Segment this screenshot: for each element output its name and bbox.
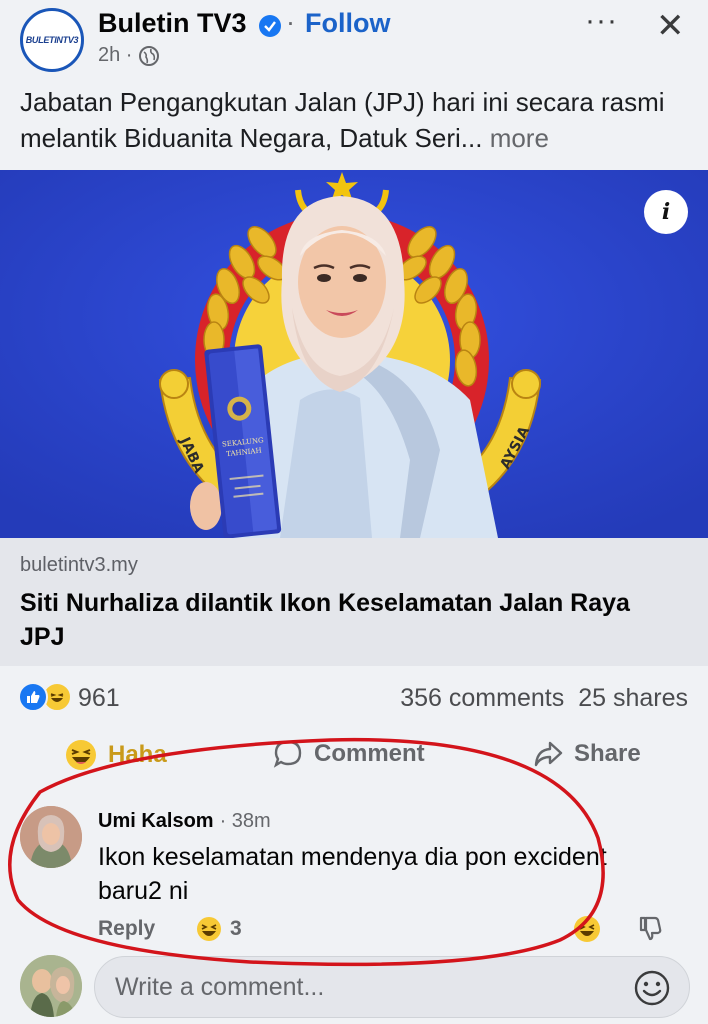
post-body: Jabatan Pengangkutan Jalan (JPJ) hari in… (20, 87, 665, 153)
info-button[interactable]: i (644, 190, 688, 234)
comment-icon (273, 740, 302, 768)
verified-badge-icon (259, 15, 281, 37)
comment: Umi Kalsom · 38m Ikon keselamatan menden… (0, 796, 708, 946)
dislike-icon[interactable] (636, 914, 664, 947)
comment-composer: Write a comment... (0, 950, 708, 1024)
comments-count[interactable]: 356 comments (400, 684, 564, 713)
share-icon (534, 741, 563, 767)
link-domain: buletintv3.my (20, 554, 138, 576)
comments-shares: 356 comments 25 shares (400, 684, 688, 713)
separator-dot: · (286, 7, 295, 37)
page-name[interactable]: Buletin TV3 (98, 8, 247, 39)
post-time: 2h · (98, 44, 133, 66)
emoji-icon[interactable] (633, 969, 671, 1014)
comment-reaction-count: 3 (230, 917, 242, 940)
haha-icon (66, 740, 96, 770)
reaction-icons[interactable] (18, 682, 72, 712)
post-stats: 961 356 comments 25 shares (0, 666, 708, 730)
comment-input[interactable]: Write a comment... (94, 956, 690, 1018)
comment-header: Umi Kalsom · 38m (98, 810, 271, 833)
post-meta: 2h · (98, 44, 160, 67)
commenter-name[interactable]: Umi Kalsom (98, 810, 214, 833)
see-more-link[interactable]: more (490, 123, 549, 153)
shares-count[interactable]: 25 shares (578, 684, 688, 713)
comment-text: Ikon keselamatan mendenya dia pon excide… (98, 843, 607, 905)
share-button[interactable]: Share (532, 738, 641, 770)
comment-time[interactable]: · 38m (220, 810, 271, 833)
page-avatar[interactable]: BULETINTV3 (20, 8, 84, 72)
comment-button[interactable]: Comment (272, 738, 425, 770)
my-avatar[interactable] (20, 955, 82, 1017)
reply-button[interactable]: Reply (98, 917, 155, 941)
link-preview[interactable]: buletintv3.my Siti Nurhaliza dilantik Ik… (0, 538, 708, 666)
close-button[interactable]: ✕ (656, 6, 685, 46)
follow-button[interactable]: Follow (305, 8, 390, 39)
more-options-button[interactable]: ··· (585, 4, 618, 38)
photo-illustration: SEKALUNG TAHNIAH JABA AYSIA (0, 170, 708, 538)
link-title[interactable]: Siti Nurhaliza dilantik Ikon Keselamatan… (20, 586, 680, 654)
post-actions: Haha Comment Share (0, 730, 708, 786)
reaction-count[interactable]: 961 (78, 684, 120, 713)
haha-button[interactable]: Haha (64, 738, 167, 772)
logo-text: BULETINTV3 (25, 35, 79, 45)
post-text: Jabatan Pengangkutan Jalan (JPJ) hari in… (20, 84, 690, 156)
commenter-avatar[interactable] (20, 806, 82, 868)
post-header: BULETINTV3 Buletin TV3 · Follow 2h · ···… (0, 0, 708, 170)
comment-haha-icon (197, 917, 221, 941)
share-label: Share (574, 740, 641, 767)
comment-label: Comment (314, 740, 425, 767)
comment-reactions[interactable]: 3 (196, 916, 242, 942)
comment-placeholder: Write a comment... (115, 972, 325, 1001)
globe-icon (139, 45, 160, 66)
haha-label: Haha (108, 741, 167, 768)
like-reaction-icon (18, 682, 48, 712)
post-photo[interactable]: SEKALUNG TAHNIAH JABA AYSIA i (0, 170, 708, 538)
react-haha-icon[interactable] (574, 916, 600, 942)
